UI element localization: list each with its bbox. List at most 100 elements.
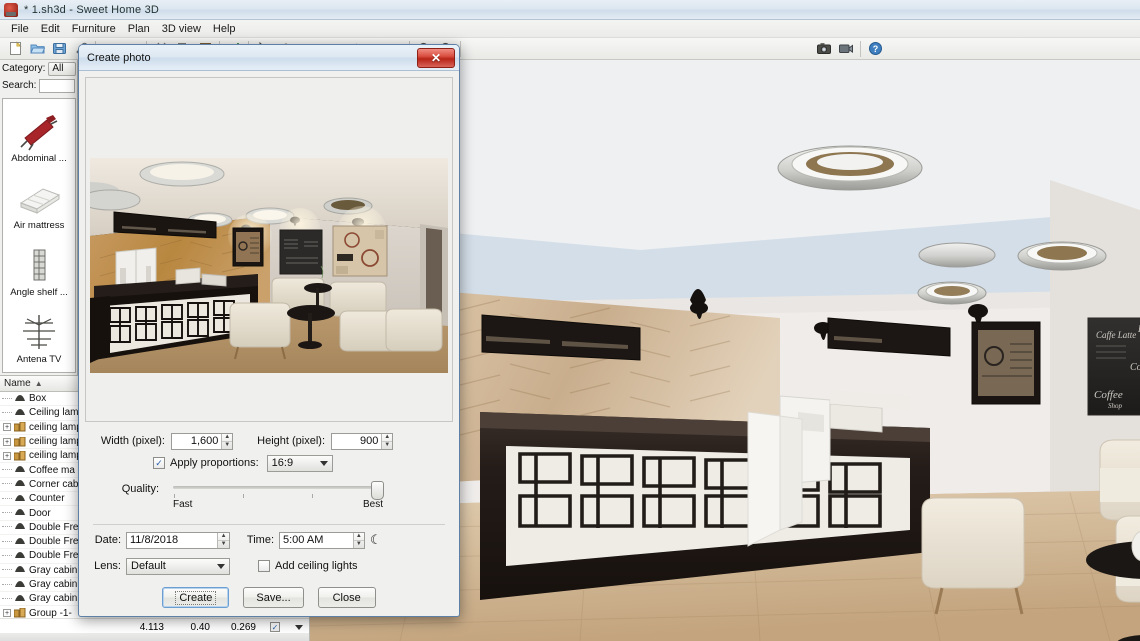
save-icon[interactable] bbox=[49, 39, 69, 58]
slider-track bbox=[173, 486, 383, 489]
height-input[interactable] bbox=[332, 433, 382, 449]
date-up-icon[interactable]: ▲ bbox=[218, 533, 229, 541]
category-combo[interactable]: All bbox=[48, 61, 77, 76]
time-input[interactable] bbox=[280, 532, 353, 548]
catalog-item[interactable]: Antena TV bbox=[3, 300, 75, 367]
moon-icon: ☾ bbox=[370, 532, 382, 547]
furniture-name: Double Fre bbox=[29, 550, 79, 562]
save-button-label: Save... bbox=[256, 591, 291, 604]
save-button[interactable]: Save... bbox=[243, 587, 304, 608]
slider-tick bbox=[312, 494, 313, 498]
time-spinner[interactable]: ▲▼ bbox=[279, 531, 365, 549]
tree-line bbox=[0, 411, 14, 414]
menu-help[interactable]: Help bbox=[207, 22, 242, 36]
menu-plan[interactable]: Plan bbox=[122, 22, 156, 36]
svg-text:Caffe Latte: Caffe Latte bbox=[1096, 330, 1136, 340]
cabinet-icon bbox=[14, 594, 26, 604]
height-spinner[interactable]: ▲▼ bbox=[331, 432, 393, 450]
cabinet-icon bbox=[14, 580, 26, 590]
menu-furniture[interactable]: Furniture bbox=[66, 22, 122, 36]
expand-group-icon[interactable]: + bbox=[0, 423, 14, 432]
time-up-icon[interactable]: ▲ bbox=[353, 533, 364, 541]
tree-line bbox=[0, 540, 14, 543]
date-spinner[interactable]: ▲▼ bbox=[126, 531, 230, 549]
search-label: Search: bbox=[2, 80, 37, 91]
menu-file[interactable]: File bbox=[5, 22, 35, 36]
close-icon[interactable]: ✕ bbox=[417, 47, 455, 68]
expand-group-icon[interactable]: + bbox=[0, 437, 14, 446]
catalog-item[interactable]: Air mattress bbox=[3, 166, 75, 233]
angle-shelf-icon bbox=[11, 243, 67, 287]
create-video-icon[interactable] bbox=[836, 39, 856, 58]
svg-text:Coffee: Coffee bbox=[1094, 389, 1123, 401]
height-down-icon[interactable]: ▼ bbox=[382, 442, 392, 449]
group-icon bbox=[13, 607, 26, 618]
time-stepper[interactable]: ▲ ▼ bbox=[352, 532, 364, 548]
catalog-item[interactable]: Abdominal ... bbox=[3, 99, 75, 166]
tree-line bbox=[0, 483, 14, 485]
furniture-name: Gray cabin bbox=[29, 593, 78, 605]
new-home-icon[interactable] bbox=[5, 39, 25, 58]
width-up-icon[interactable]: ▲ bbox=[222, 434, 232, 442]
width-down-icon[interactable]: ▼ bbox=[222, 442, 232, 449]
open-icon[interactable] bbox=[27, 39, 47, 58]
date-input[interactable] bbox=[127, 532, 218, 548]
tree-line bbox=[0, 583, 14, 586]
close-button[interactable]: Close bbox=[317, 587, 376, 608]
height-up-icon[interactable]: ▲ bbox=[382, 434, 392, 442]
fridge-icon bbox=[14, 522, 26, 532]
tree-line bbox=[0, 397, 14, 400]
furniture-name: ceiling lamp bbox=[29, 436, 82, 448]
furniture-icon bbox=[14, 465, 26, 475]
svg-text:?: ? bbox=[872, 44, 878, 54]
column-header-name-label: Name bbox=[4, 378, 31, 389]
expand-group-icon[interactable]: + bbox=[0, 451, 14, 460]
proportions-value: 16:9 bbox=[271, 457, 294, 469]
sweet-home-3d-window: * 1.sh3d - Sweet Home 3D File Edit Furni… bbox=[0, 0, 1140, 641]
door-icon bbox=[14, 508, 26, 518]
sort-ascending-icon: ▲ bbox=[34, 379, 43, 388]
menu-3d-view[interactable]: 3D view bbox=[156, 22, 207, 36]
furniture-name: Counter bbox=[29, 493, 65, 505]
proportions-row: ✓ Apply proportions: 16:9 bbox=[85, 452, 453, 474]
time-down-icon[interactable]: ▼ bbox=[354, 541, 364, 548]
catalog-item[interactable]: Angle shelf ... bbox=[3, 233, 75, 300]
date-stepper[interactable]: ▲ ▼ bbox=[217, 532, 229, 548]
apply-proportions-checkbox[interactable]: ✓ bbox=[153, 457, 165, 469]
width-stepper[interactable]: ▲ ▼ bbox=[221, 433, 232, 449]
expand-group-icon[interactable]: + bbox=[0, 609, 14, 618]
help-icon[interactable]: ? bbox=[865, 39, 885, 58]
chevron-down-icon bbox=[319, 460, 328, 466]
divider bbox=[93, 524, 445, 525]
furniture-icon bbox=[14, 394, 26, 404]
lens-combo[interactable]: Default bbox=[126, 557, 230, 575]
toolbar-separator bbox=[460, 40, 461, 57]
width-spinner[interactable]: ▲▼ bbox=[171, 432, 233, 450]
catalog-item-label: Abdominal ... bbox=[11, 153, 67, 164]
date-down-icon[interactable]: ▼ bbox=[218, 541, 229, 548]
search-input[interactable] bbox=[39, 78, 76, 93]
status-bar bbox=[0, 633, 309, 641]
tree-line bbox=[0, 469, 14, 471]
proportions-combo[interactable]: 16:9 bbox=[266, 454, 333, 472]
fridge-icon bbox=[14, 537, 26, 547]
lens-label: Lens: bbox=[94, 560, 121, 572]
create-photo-dialog: Create photo ✕ Width (pixel): 1,600 ▲ ▼ … bbox=[78, 44, 460, 617]
create-photo-icon[interactable] bbox=[814, 39, 834, 58]
width-input[interactable] bbox=[172, 433, 222, 449]
furniture-name: Box bbox=[29, 393, 47, 405]
ceiling-lamp bbox=[918, 242, 996, 268]
quality-slider[interactable]: Fast Best bbox=[173, 480, 384, 510]
height-stepper[interactable]: ▲ ▼ bbox=[381, 433, 392, 449]
air-mattress-icon bbox=[11, 176, 67, 220]
menu-edit[interactable]: Edit bbox=[35, 22, 66, 36]
svg-text:Coffee: Coffee bbox=[1130, 362, 1140, 373]
visible-checkbox[interactable]: ✓ bbox=[270, 622, 280, 632]
chevron-down-icon bbox=[217, 563, 225, 569]
add-ceiling-lights-checkbox[interactable] bbox=[258, 560, 270, 572]
furniture-name: Door bbox=[29, 507, 51, 519]
slider-thumb[interactable] bbox=[371, 481, 384, 500]
tree-line bbox=[0, 526, 14, 528]
catalog-item-list[interactable]: Abdominal ... Air mattress Angle shelf .… bbox=[2, 98, 76, 373]
create-button[interactable]: Create bbox=[162, 587, 230, 608]
